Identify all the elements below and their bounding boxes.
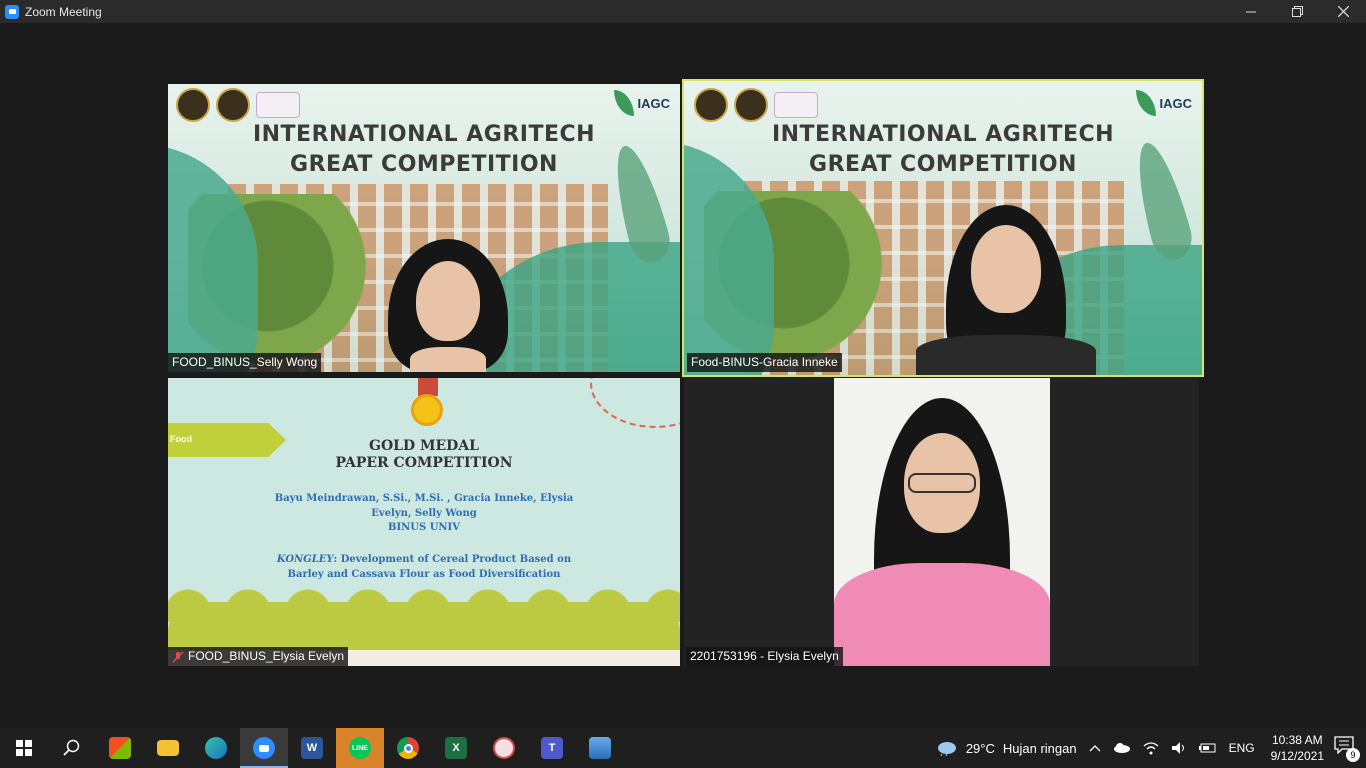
taskbar-teams[interactable]: T [528,728,576,768]
leaf-icon [613,90,634,116]
restore-icon [1291,6,1303,17]
windows-taskbar: W LINE X T 29°C Hujan ringan ENG 10:38 A… [0,728,1366,768]
weather-description: Hujan ringan [1002,740,1077,756]
chevron-up-icon [1089,745,1101,752]
photos-icon [589,737,611,759]
taskbar-line[interactable]: LINE [336,728,384,768]
cloud-icon [1113,743,1130,753]
time: 10:38 AM [1271,733,1323,747]
banner-title-line2: GREAT COMPETITION [290,152,558,177]
sponsor-logos [694,88,818,122]
edge-icon [205,737,227,759]
title-bar: Zoom Meeting [0,0,1366,23]
taskbar-file-explorer[interactable] [144,728,192,768]
participant-video [916,205,1096,375]
slide-university: BINUS UNIV [388,522,460,533]
taskbar-edge[interactable] [192,728,240,768]
window-controls [1228,0,1366,23]
onedrive-button[interactable] [1113,743,1131,753]
line-icon: LINE [349,737,371,759]
event-logo [774,92,818,118]
participant-name-label: 2201753196 - Elysia Evelyn [686,647,843,666]
participant-video [388,239,508,372]
taskbar-store[interactable] [96,728,144,768]
taskbar-zoom[interactable] [240,728,288,768]
restore-button[interactable] [1274,0,1320,23]
iagc-logo: IAGC [613,90,670,116]
video-tile-selly-wong[interactable]: IAGC INTERNATIONAL AGRITECH GREAT COMPET… [168,84,680,372]
taskbar-excel[interactable]: X [432,728,480,768]
sponsor-logos [176,88,300,122]
taskbar-paint[interactable] [480,728,528,768]
muted-mic-icon [172,650,184,663]
taskbar-chrome[interactable] [384,728,432,768]
video-gallery: IAGC INTERNATIONAL AGRITECH GREAT COMPET… [0,23,1366,728]
close-button[interactable] [1320,0,1366,23]
taskbar-photos[interactable] [576,728,624,768]
zoom-icon [253,737,275,759]
slide-paper-title: KONGLEY: Development of Cereal Product B… [168,552,680,582]
file-explorer-icon [157,740,179,756]
zoom-app-icon [5,4,19,19]
participant-name-label: FOOD_BINUS_Selly Wong [168,353,322,372]
banner-title-line1: INTERNATIONAL AGRITECH [771,122,1115,147]
weather-widget[interactable]: 29°C Hujan ringan [936,740,1077,756]
window-title: Zoom Meeting [25,4,102,19]
iagc-logo: IAGC [1135,90,1192,116]
input-language[interactable]: ENG [1229,741,1255,755]
word-icon: W [301,737,323,759]
faculty-logo [734,88,768,122]
store-icon [109,737,131,759]
taskbar-word[interactable]: W [288,728,336,768]
faculty-logo [216,88,250,122]
gold-medal-icon [411,394,443,426]
system-tray: 29°C Hujan ringan ENG 10:38 AM 9/12/2021… [930,728,1366,768]
windows-icon [16,740,32,756]
video-tile-gracia-inneke[interactable]: IAGC INTERNATIONAL AGRITECH GREAT COMPET… [682,79,1204,377]
slide-heading-2: PAPER COMPETITION [335,455,513,471]
slide-heading-1: GOLD MEDAL [368,438,480,454]
volume-button[interactable] [1171,741,1187,755]
start-button[interactable] [0,728,48,768]
speaker-icon [1171,742,1184,754]
leaf-icon [1135,90,1156,116]
teams-icon: T [541,737,563,759]
slide-authors: Bayu Meindrawan, S.Si., M.Si. , Gracia I… [274,493,574,519]
banner-title-line1: INTERNATIONAL AGRITECH [252,122,596,147]
glasses-icon [908,473,976,493]
weather-temp: 29°C [965,740,995,756]
banner-title-line2: GREAT COMPETITION [809,152,1077,177]
search-button[interactable] [48,728,96,768]
university-logo [694,88,728,122]
rain-cloud-icon [937,742,956,756]
video-tile-2201753196-elysia-evelyn[interactable]: 2201753196 - Elysia Evelyn [684,378,1199,666]
video-tile-elysia-evelyn-slide[interactable]: Food GOLD MEDAL PAPER COMPETITION Bayu M… [168,378,680,666]
excel-icon: X [445,737,467,759]
search-icon [63,739,80,756]
event-logo [256,92,300,118]
participant-video [834,378,1050,666]
battery-button[interactable] [1198,742,1217,754]
participant-name-label: Food-BINUS-Gracia Inneke [687,353,842,372]
network-button[interactable] [1143,741,1159,755]
battery-icon [1198,743,1216,753]
university-logo [176,88,210,122]
shared-slide: Food GOLD MEDAL PAPER COMPETITION Bayu M… [168,378,680,666]
minimize-button[interactable] [1228,0,1274,23]
show-hidden-icons[interactable] [1089,744,1101,752]
paper-name: KONGLEY [276,554,334,565]
date: 9/12/2021 [1270,749,1324,763]
chrome-icon [397,737,419,759]
minimize-icon [1246,11,1256,12]
clock[interactable]: 10:38 AM 9/12/2021 [1271,732,1324,764]
paint-icon [493,737,515,759]
close-icon [1337,6,1349,17]
wifi-icon [1143,742,1159,755]
notification-count: 9 [1346,748,1360,762]
participant-name-label: FOOD_BINUS_Elysia Evelyn [168,647,349,666]
notification-center-button[interactable]: 9 [1334,736,1360,762]
